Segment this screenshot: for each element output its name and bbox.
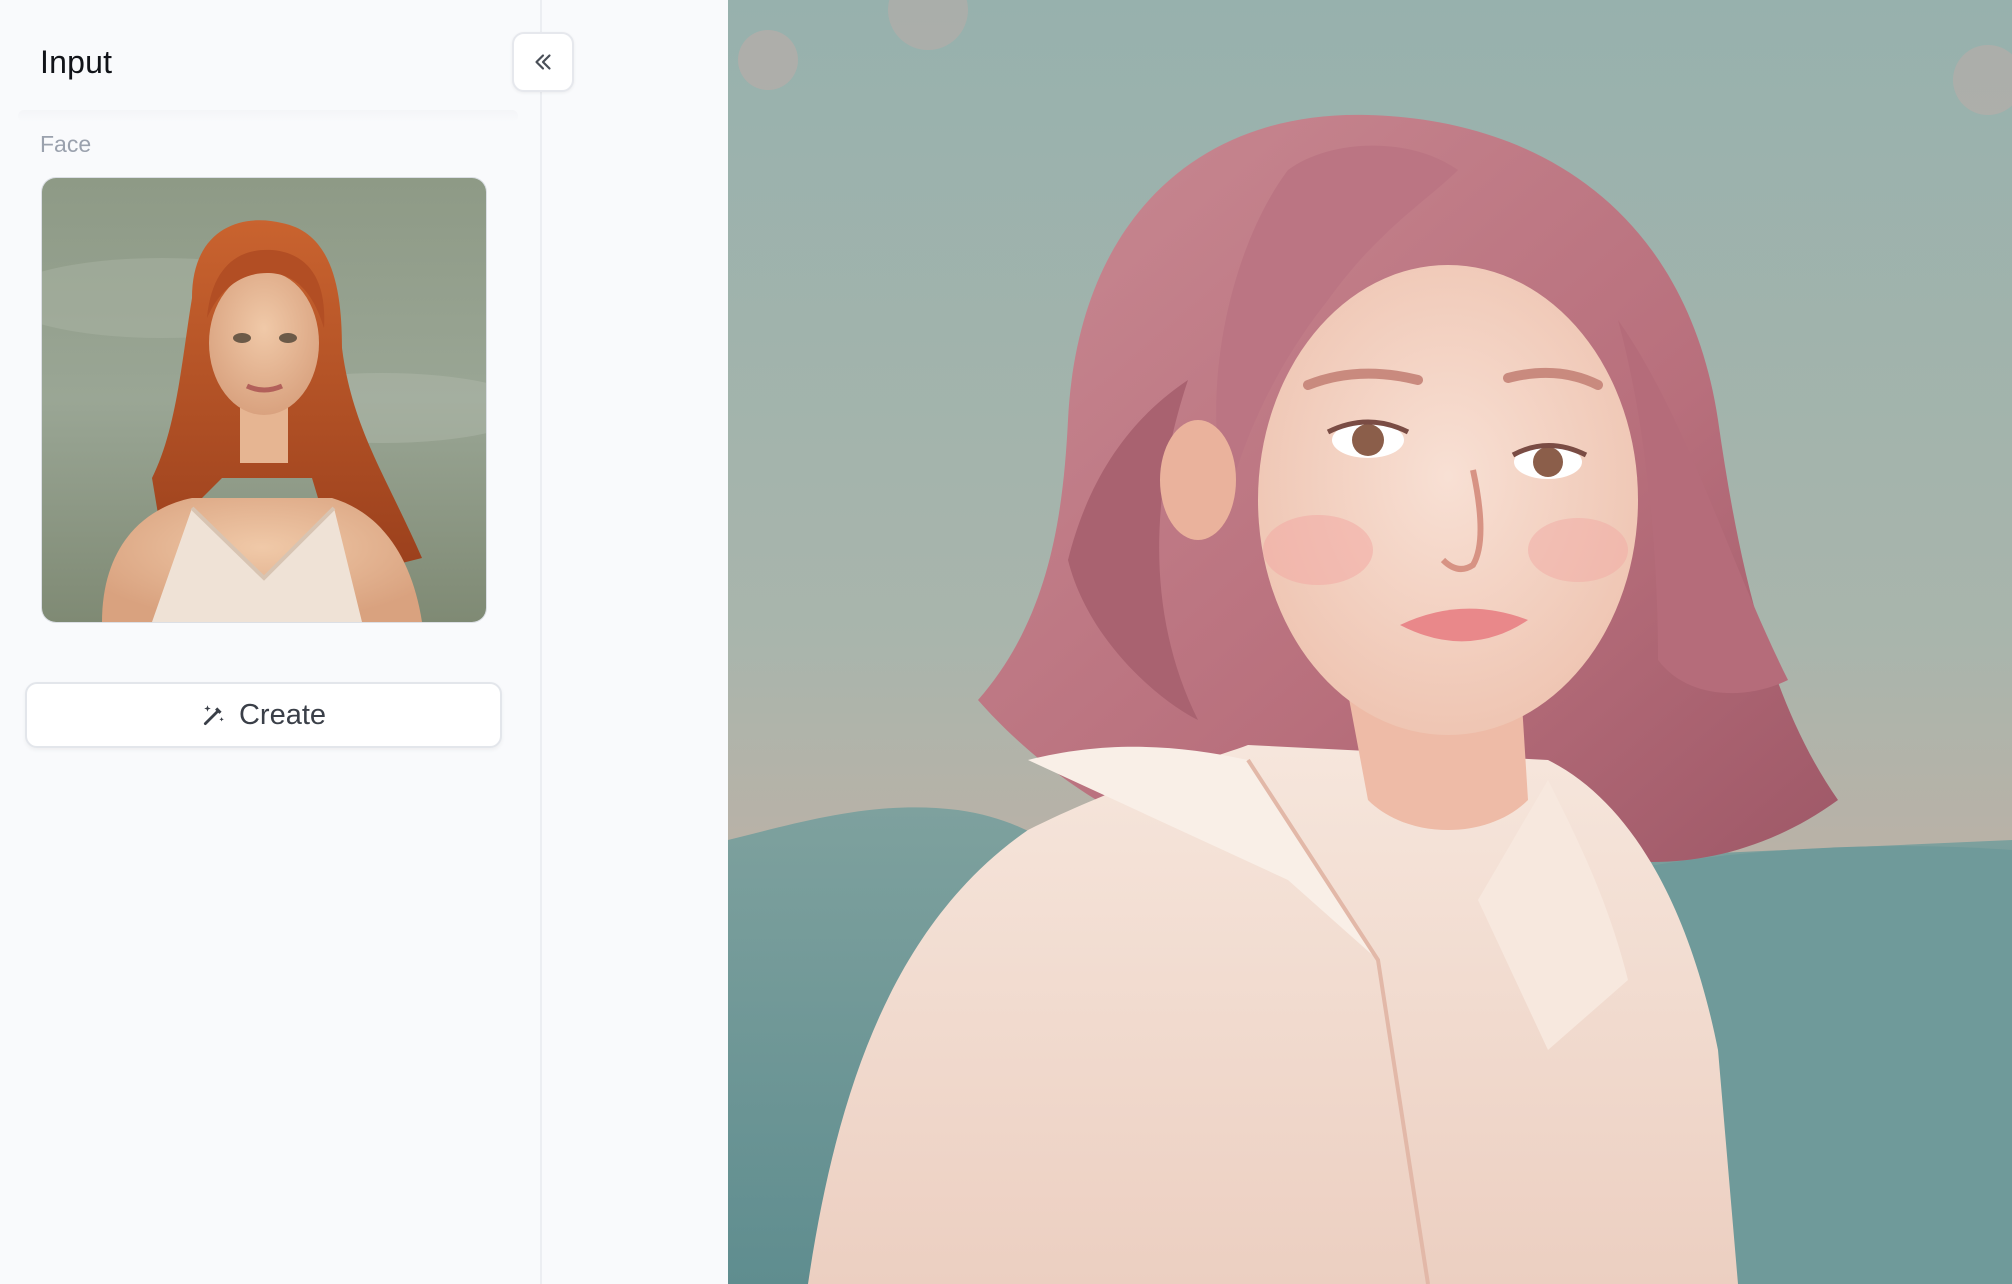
stylized-portrait	[728, 0, 2012, 1284]
result-image	[728, 0, 2012, 1284]
create-button-label: Create	[238, 698, 327, 731]
create-button[interactable]: Create	[25, 682, 502, 748]
input-panel-header: Input	[0, 0, 540, 126]
input-panel: Input Face Create	[0, 0, 542, 1284]
app-window: Input Face Create	[0, 0, 2012, 1284]
face-image-upload[interactable]	[42, 178, 486, 622]
face-section-label: Face	[40, 131, 92, 157]
face-photo	[42, 178, 486, 622]
panel-gap	[542, 0, 728, 1284]
collapse-panel-button[interactable]	[512, 32, 574, 92]
magic-wand-icon	[203, 705, 224, 726]
header-divider	[18, 110, 518, 122]
chevrons-left-icon	[535, 54, 551, 70]
panel-title: Input	[40, 44, 113, 80]
